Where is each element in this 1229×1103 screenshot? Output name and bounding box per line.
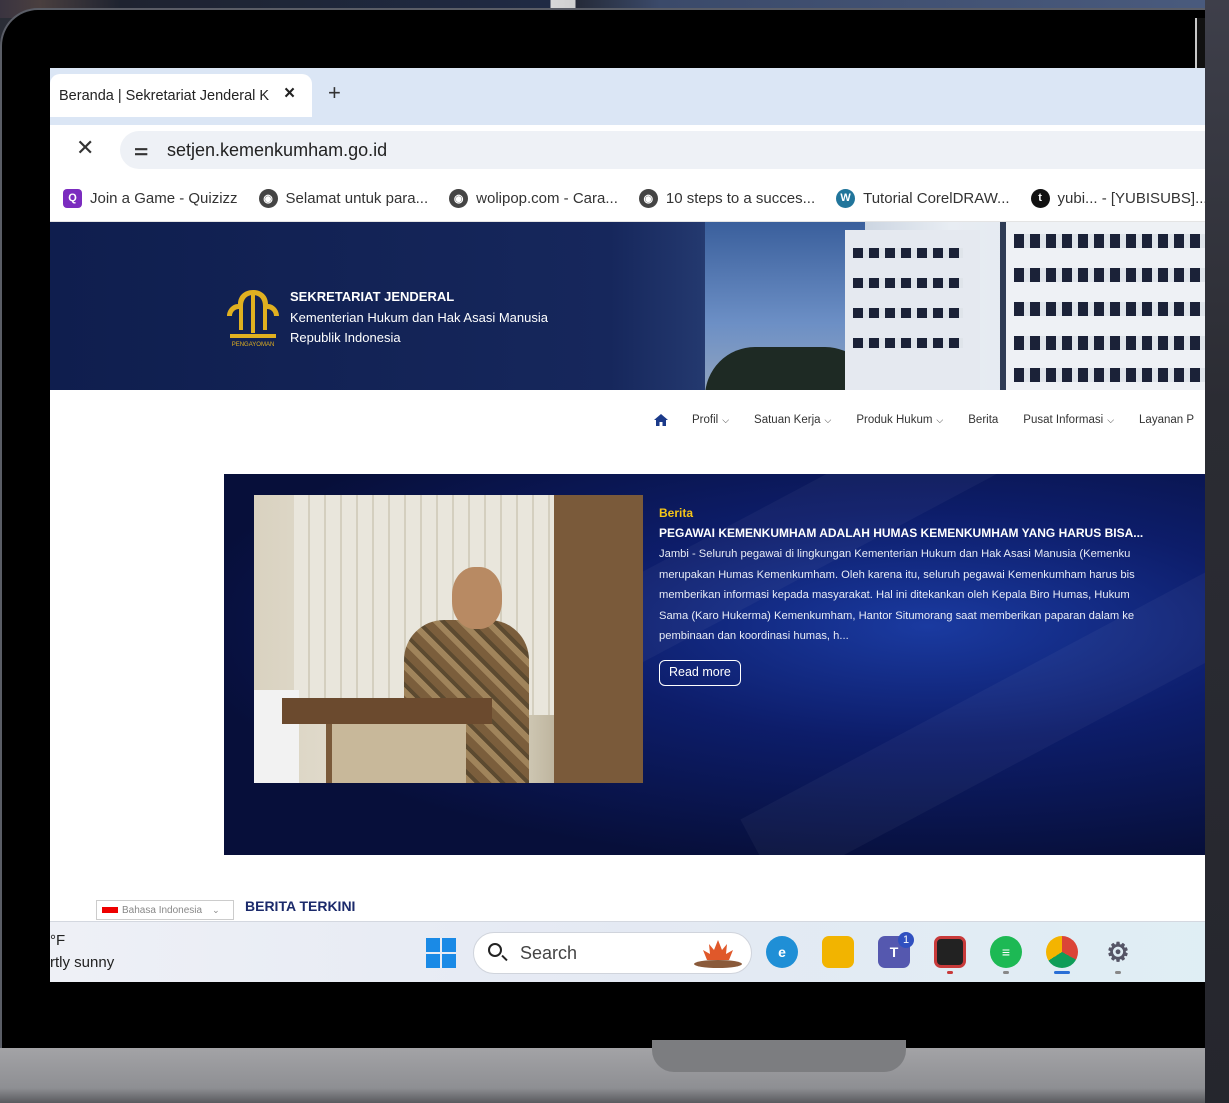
chevron-down-icon: ⌵ xyxy=(824,415,832,425)
quizizz-icon: Q xyxy=(63,188,82,208)
site-header-banner: PENGAYOMAN SEKRETARIAT JENDERAL Kementer… xyxy=(50,222,1229,390)
windows-start-icon[interactable] xyxy=(426,938,456,968)
edge-icon[interactable]: e xyxy=(766,936,798,968)
bookmark-wolipop[interactable]: ◉ wolipop.com - Cara... xyxy=(449,188,618,208)
bookmark-label: Tutorial CorelDRAW... xyxy=(863,189,1010,207)
spotify-icon[interactable]: ≡ xyxy=(990,936,1022,968)
laptop-base xyxy=(0,1048,1229,1103)
search-highlight-art xyxy=(694,940,742,968)
browser-toolbar: ✕ ⚌ setjen.kemenkumham.go.id xyxy=(50,125,1229,175)
bookmark-label: Selamat untuk para... xyxy=(285,189,429,207)
bookmark-10-steps[interactable]: ◉ 10 steps to a succes... xyxy=(638,188,816,208)
bookmark-quizizz[interactable]: Q Join a Game - Quizizz xyxy=(63,188,238,208)
address-bar[interactable]: ⚌ setjen.kemenkumham.go.id xyxy=(120,131,1229,169)
hero-news-slide: Berita PEGAWAI KEMENKUMHAM ADALAH HUMAS … xyxy=(224,474,1229,855)
new-tab-button[interactable]: + xyxy=(328,80,341,106)
nav-item-profil[interactable]: Profil ⌵ xyxy=(692,414,729,426)
browser-tab[interactable]: Beranda | Sekretariat Jenderal K × xyxy=(50,74,312,117)
chevron-down-icon: ⌵ xyxy=(936,415,944,425)
sticky-notes-icon[interactable] xyxy=(934,936,966,968)
file-explorer-icon[interactable] xyxy=(822,936,854,968)
language-label: Bahasa Indonesia xyxy=(122,904,203,916)
tab-title: Beranda | Sekretariat Jenderal K xyxy=(59,87,270,104)
laptop-screen: Beranda | Sekretariat Jenderal K × + ✕ ⚌… xyxy=(50,68,1229,982)
news-headline[interactable]: PEGAWAI KEMENKUMHAM ADALAH HUMAS KEMENKU… xyxy=(659,526,1143,540)
globe-icon: ◉ xyxy=(258,188,278,208)
org-title: SEKRETARIAT JENDERAL xyxy=(290,289,455,304)
svg-text:PENGAYOMAN: PENGAYOMAN xyxy=(232,342,275,348)
taskbar-search[interactable]: Search xyxy=(473,932,752,974)
news-category[interactable]: Berita xyxy=(659,506,693,520)
bookmark-coreldraw[interactable]: W Tutorial CorelDRAW... xyxy=(836,188,1010,208)
nav-item-satuan-kerja[interactable]: Satuan Kerja ⌵ xyxy=(754,414,831,426)
globe-icon: ◉ xyxy=(449,188,469,208)
stop-loading-button[interactable]: ✕ xyxy=(76,135,94,161)
bookmark-label: yubi... - [YUBISUBS]... xyxy=(1057,189,1208,207)
bookmark-yubisubs[interactable]: t yubi... - [YUBISUBS]... xyxy=(1030,188,1208,208)
site-nav: Profil ⌵ Satuan Kerja ⌵ Produk Hukum ⌵ Beri… xyxy=(50,390,1229,450)
settings-gear-icon[interactable]: ⚙ xyxy=(1102,936,1134,968)
org-subtitle-country: Republik Indonesia xyxy=(290,330,401,345)
nav-item-layanan[interactable]: Layanan P xyxy=(1139,414,1194,426)
nav-item-berita[interactable]: Berita xyxy=(968,414,998,426)
news-excerpt: Jambi - Seluruh pegawai di lingkungan Ke… xyxy=(659,548,1135,642)
chevron-down-icon: ⌄ xyxy=(212,904,220,915)
read-more-button[interactable]: Read more xyxy=(659,660,741,686)
pengayoman-logo: PENGAYOMAN xyxy=(227,290,279,348)
weather-description[interactable]: rtly sunny xyxy=(50,954,114,971)
search-icon xyxy=(488,943,502,957)
nav-item-pusat-informasi[interactable]: Pusat Informasi ⌵ xyxy=(1023,414,1114,426)
laptop-hinge-notch xyxy=(652,1040,906,1072)
language-select[interactable]: Bahasa Indonesia ⌄ xyxy=(96,900,234,920)
indonesia-flag-icon xyxy=(102,907,118,913)
home-icon[interactable] xyxy=(654,414,668,426)
chevron-down-icon: ⌵ xyxy=(722,415,730,425)
nav-item-produk-hukum[interactable]: Produk Hukum ⌵ xyxy=(856,414,943,426)
teams-badge: 1 xyxy=(898,932,914,948)
weather-temperature[interactable]: °F xyxy=(50,932,65,949)
banner-building-left xyxy=(845,230,980,390)
url-text[interactable]: setjen.kemenkumham.go.id xyxy=(167,140,387,161)
bookmark-selamat[interactable]: ◉ Selamat untuk para... xyxy=(258,188,429,208)
banner-building-right xyxy=(1000,222,1229,390)
site-info-icon[interactable]: ⚌ xyxy=(134,140,148,160)
windows-taskbar: °F rtly sunny Search e T 1 ≡ ⚙ xyxy=(50,921,1229,982)
bookmark-label: Join a Game - Quizizz xyxy=(90,189,238,207)
latest-news-heading: BERITA TERKINI xyxy=(245,898,356,914)
bookmark-label: 10 steps to a succes... xyxy=(665,189,816,207)
bookmarks-bar: Q Join a Game - Quizizz ◉ Selamat untuk … xyxy=(50,175,1229,222)
background-photo-right xyxy=(1205,0,1229,1103)
bookmark-label: wolipop.com - Cara... xyxy=(476,189,618,207)
browser-tab-bar: Beranda | Sekretariat Jenderal K × + xyxy=(50,68,1229,125)
wordpress-icon: W xyxy=(836,188,856,208)
org-subtitle-ministry: Kementerian Hukum dan Hak Asasi Manusia xyxy=(290,310,548,325)
news-photo[interactable] xyxy=(254,495,643,783)
close-tab-icon[interactable]: × xyxy=(284,83,295,105)
chrome-icon[interactable] xyxy=(1046,936,1078,968)
search-label: Search xyxy=(520,943,578,963)
tumblr-icon: t xyxy=(1030,188,1050,208)
globe-icon: ◉ xyxy=(638,188,658,208)
chevron-down-icon: ⌵ xyxy=(1107,415,1115,425)
